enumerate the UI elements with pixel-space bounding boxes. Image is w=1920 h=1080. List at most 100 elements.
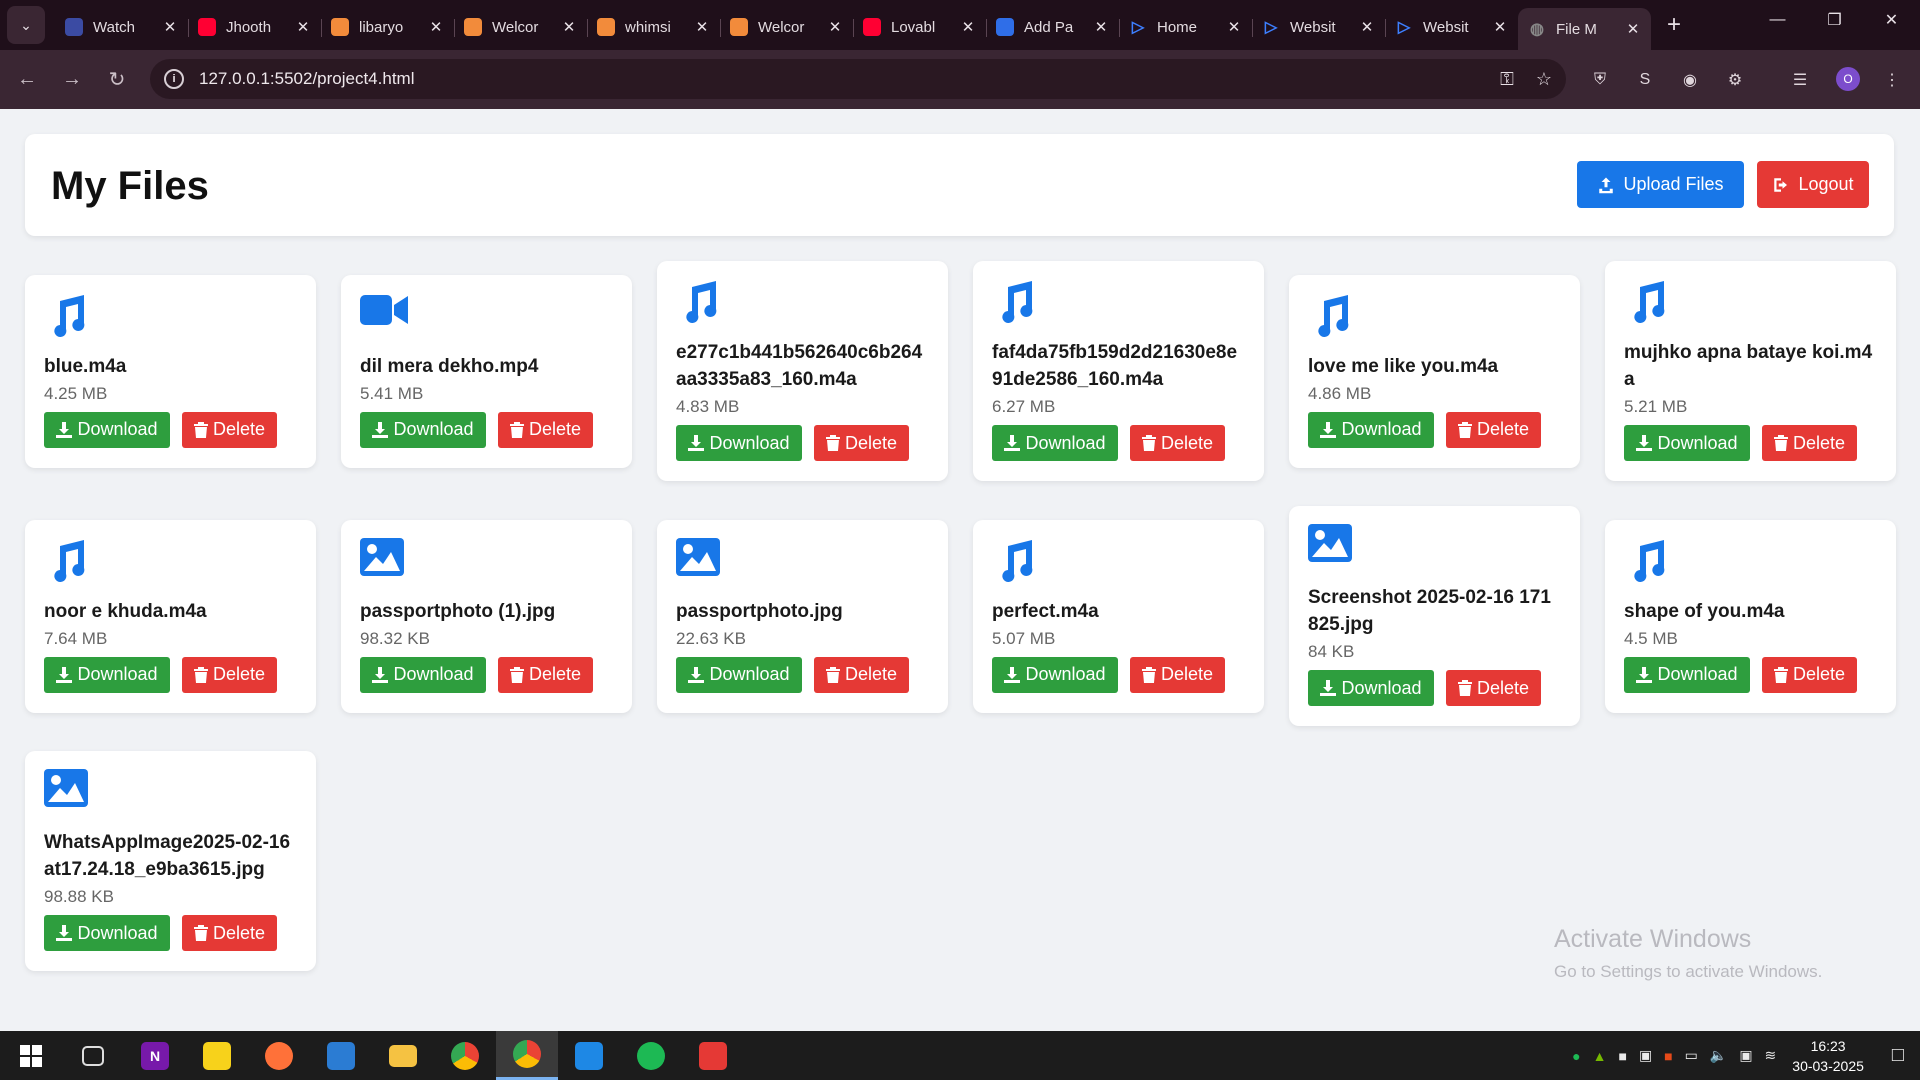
delete-button[interactable]: Delete	[182, 915, 277, 951]
firefox-app[interactable]	[248, 1031, 310, 1080]
download-button[interactable]: Download	[360, 656, 486, 693]
tab-close-icon[interactable]: ✕	[561, 18, 577, 36]
tab-close-icon[interactable]: ✕	[1625, 20, 1641, 38]
s-extension-icon[interactable]: S	[1633, 68, 1657, 92]
sticky-notes-app[interactable]	[186, 1031, 248, 1080]
office-tray-icon[interactable]: ■	[1664, 1048, 1672, 1064]
logout-button[interactable]: Logout	[1757, 161, 1869, 208]
minimize-icon[interactable]: —	[1749, 0, 1806, 40]
browser-tab[interactable]: whimsi ✕	[587, 9, 720, 45]
delete-button[interactable]: Delete	[182, 656, 277, 693]
battery-icon[interactable]: ▭	[1685, 1047, 1698, 1064]
download-button[interactable]: Download	[44, 411, 170, 448]
chrome-app[interactable]	[434, 1031, 496, 1080]
browser-tab[interactable]: Jhooth ✕	[188, 9, 321, 45]
task-view-button[interactable]	[62, 1031, 124, 1080]
extensions-puzzle-icon[interactable]: ⚙	[1723, 68, 1747, 92]
trash-icon	[1774, 666, 1788, 683]
browser-tab[interactable]: libaryo ✕	[321, 9, 454, 45]
menu-kebab-icon[interactable]: ⋮	[1880, 68, 1904, 92]
tab-title: Welcor	[492, 18, 539, 36]
address-bar[interactable]: i 127.0.0.1:5502/project4.html ⚿ ☆	[150, 59, 1566, 99]
tab-close-icon[interactable]: ✕	[694, 18, 710, 36]
tab-close-icon[interactable]: ✕	[1492, 18, 1508, 36]
browser-tab[interactable]: ◍ File M ✕	[1518, 8, 1651, 50]
file-size: 4.83 MB	[676, 397, 740, 416]
app-tray-icon[interactable]: ▣	[1639, 1047, 1652, 1064]
tab-close-icon[interactable]: ✕	[1226, 18, 1242, 36]
download-button[interactable]: Download	[1624, 425, 1750, 461]
file-card: WhatsAppImage2025-02-16at17.24.18_e9ba36…	[25, 751, 316, 971]
forward-button[interactable]: →	[54, 62, 90, 98]
download-button[interactable]: Download	[676, 425, 802, 461]
delete-button[interactable]: Delete	[182, 411, 277, 448]
tab-close-icon[interactable]: ✕	[162, 18, 178, 36]
browser-tab[interactable]: ▷ Home ✕	[1119, 9, 1252, 45]
store-app[interactable]	[310, 1031, 372, 1080]
color-extension-icon[interactable]: ◉	[1678, 68, 1702, 92]
shield-extension-icon[interactable]: ⛨	[1588, 68, 1612, 92]
wifi-icon[interactable]: ≋	[1765, 1047, 1777, 1064]
tab-close-icon[interactable]: ✕	[1093, 18, 1109, 36]
file-explorer-app[interactable]	[372, 1031, 434, 1080]
onenote-app[interactable]: N	[124, 1031, 186, 1080]
download-button[interactable]: Download	[1624, 656, 1750, 693]
delete-button[interactable]: Delete	[814, 656, 909, 693]
delete-button[interactable]: Delete	[1130, 656, 1225, 693]
tab-close-icon[interactable]: ✕	[295, 18, 311, 36]
tab-close-icon[interactable]: ✕	[428, 18, 444, 36]
red-app[interactable]	[682, 1031, 744, 1080]
media-control-icon[interactable]: ☰	[1788, 68, 1812, 92]
delete-button[interactable]: Delete	[1446, 670, 1541, 706]
drive-tray-icon[interactable]: ■	[1618, 1048, 1626, 1064]
spotify-app[interactable]	[620, 1031, 682, 1080]
display-icon[interactable]: ▣	[1739, 1047, 1752, 1064]
reload-button[interactable]: ↻	[99, 62, 135, 98]
delete-button[interactable]: Delete	[1762, 425, 1857, 461]
download-button[interactable]: Download	[360, 411, 486, 448]
spotify-tray-icon[interactable]: ●	[1572, 1048, 1580, 1064]
vscode-app[interactable]	[558, 1031, 620, 1080]
close-window-icon[interactable]: ✕	[1863, 0, 1920, 40]
browser-tab[interactable]: Add Pa ✕	[986, 9, 1119, 45]
start-button[interactable]	[0, 1031, 62, 1080]
clock[interactable]: 16:23 30-03-2025	[1792, 1036, 1864, 1076]
notification-icon[interactable]: □	[1892, 1044, 1904, 1067]
download-button[interactable]: Download	[676, 656, 802, 693]
restore-icon[interactable]: ❐	[1806, 0, 1863, 40]
site-info-icon[interactable]: i	[164, 69, 184, 89]
tab-close-icon[interactable]: ✕	[827, 18, 843, 36]
delete-button[interactable]: Delete	[498, 656, 593, 693]
upload-files-button[interactable]: Upload Files	[1577, 161, 1744, 208]
bookmark-star-icon[interactable]: ☆	[1536, 69, 1552, 90]
download-button[interactable]: Download	[1308, 670, 1434, 706]
browser-tab[interactable]: ▷ Websit ✕	[1252, 9, 1385, 45]
delete-button[interactable]: Delete	[1762, 656, 1857, 693]
download-button[interactable]: Download	[1308, 411, 1434, 448]
chrome-profile-app[interactable]	[496, 1031, 558, 1080]
delete-button[interactable]: Delete	[498, 411, 593, 448]
tab-search-button[interactable]: ⌄	[7, 6, 45, 44]
download-button[interactable]: Download	[44, 915, 170, 951]
tab-close-icon[interactable]: ✕	[1359, 18, 1375, 36]
browser-tab[interactable]: Welcor ✕	[454, 9, 587, 45]
delete-button[interactable]: Delete	[814, 425, 909, 461]
address-url[interactable]: 127.0.0.1:5502/project4.html	[199, 69, 1478, 89]
browser-tab[interactable]: ▷ Websit ✕	[1385, 9, 1518, 45]
tab-close-icon[interactable]: ✕	[960, 18, 976, 36]
download-button[interactable]: Download	[992, 656, 1118, 693]
password-key-icon[interactable]: ⚿	[1500, 69, 1514, 90]
browser-tab[interactable]: Welcor ✕	[720, 9, 853, 45]
download-button[interactable]: Download	[44, 656, 170, 693]
profile-avatar[interactable]: O	[1836, 67, 1860, 91]
file-name: e277c1b441b562640c6b264aa3335a83_160.m4a	[676, 342, 923, 390]
nvidia-tray-icon[interactable]: ▲	[1593, 1048, 1607, 1064]
volume-icon[interactable]: 🔈	[1710, 1047, 1727, 1064]
browser-tab[interactable]: Lovabl ✕	[853, 9, 986, 45]
browser-tab[interactable]: Watch ✕	[55, 9, 188, 45]
delete-button[interactable]: Delete	[1446, 411, 1541, 448]
download-button[interactable]: Download	[992, 425, 1118, 461]
new-tab-button[interactable]: +	[1667, 11, 1681, 39]
delete-button[interactable]: Delete	[1130, 425, 1225, 461]
back-button[interactable]: ←	[9, 62, 45, 98]
